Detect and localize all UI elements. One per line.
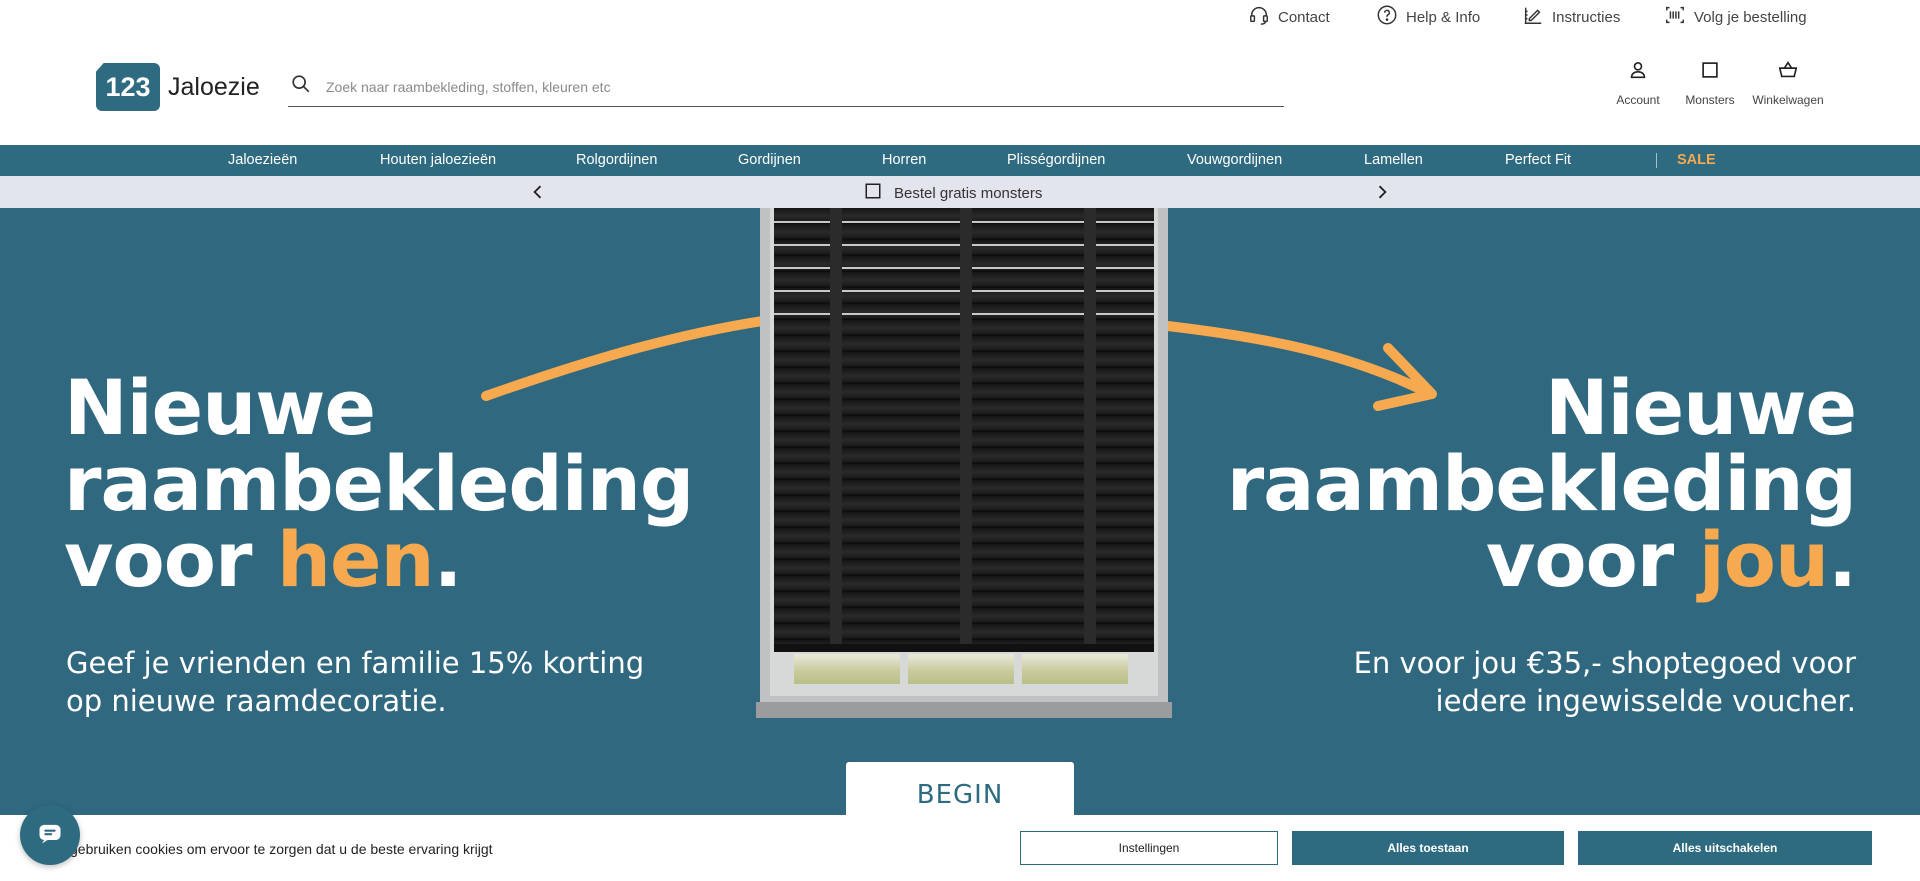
nav-item-houten-jaloezieen[interactable]: Houten jaloezieën xyxy=(380,145,496,176)
help-info-label: Help & Info xyxy=(1406,8,1481,26)
cookie-settings-button[interactable]: Instellingen xyxy=(1020,831,1278,865)
track-order-link[interactable]: Volg je bestelling xyxy=(1664,6,1807,28)
hero-left-heading-line2: raambekleding xyxy=(64,439,694,528)
hero-right-subtext-line2: iedere ingewisselde voucher. xyxy=(1435,684,1856,718)
logo-text: Jaloezie xyxy=(168,72,260,101)
window-pane xyxy=(1022,654,1128,684)
chevron-left-icon[interactable] xyxy=(528,182,548,202)
contact-label: Contact xyxy=(1278,8,1330,26)
hero-right-heading-line2: raambekleding xyxy=(1226,439,1857,528)
nav-item-gordijnen[interactable]: Gordijnen xyxy=(738,145,801,176)
nav-item-perfect-fit[interactable]: Perfect Fit xyxy=(1505,145,1571,176)
hero-right-heading-line1: Nieuwe xyxy=(1544,363,1857,452)
cookie-allow-all-button[interactable]: Alles toestaan xyxy=(1292,831,1564,865)
headset-icon xyxy=(1248,4,1270,30)
account-button[interactable]: Account xyxy=(1598,59,1678,107)
samples-label: Monsters xyxy=(1685,93,1735,107)
cart-button[interactable]: Winkelwagen xyxy=(1748,59,1828,107)
search-input[interactable] xyxy=(326,78,1226,95)
instructions-label: Instructies xyxy=(1552,8,1621,26)
heading-period: . xyxy=(433,515,463,604)
nav-item-plissegordijnen[interactable]: Plisségordijnen xyxy=(1007,145,1105,176)
contact-link[interactable]: Contact xyxy=(1248,6,1330,28)
hero-right-heading-line3: voor jou. xyxy=(1486,522,1857,598)
samples-button[interactable]: Monsters xyxy=(1670,59,1750,107)
cart-label: Winkelwagen xyxy=(1752,93,1824,107)
blind-bottom-rail xyxy=(774,644,1154,652)
nav-item-sale[interactable]: SALE xyxy=(1677,145,1716,176)
square-icon xyxy=(1699,59,1721,84)
blind-product-image xyxy=(756,208,1172,718)
hero-left-heading-line1: Nieuwe xyxy=(64,363,376,452)
promo-text: Bestel gratis monsters xyxy=(894,184,1043,202)
heading-accent-text: hen xyxy=(276,515,435,604)
nav-item-vouwgordijnen[interactable]: Vouwgordijnen xyxy=(1187,145,1282,176)
nav-divider xyxy=(1656,153,1657,168)
main-nav: Jaloezieën Houten jaloezieën Rolgordijne… xyxy=(0,145,1920,176)
heading-text: voor xyxy=(1485,515,1699,604)
window-pane xyxy=(794,654,900,684)
barcode-icon xyxy=(1664,4,1686,30)
account-label: Account xyxy=(1616,93,1660,107)
hero-left-heading-line3: voor hen. xyxy=(64,522,463,598)
chat-widget-button[interactable] xyxy=(20,805,80,865)
cookie-banner: gebruiken cookies om ervoor te zorgen da… xyxy=(0,815,1920,881)
nav-item-rolgordijnen[interactable]: Rolgordijnen xyxy=(576,145,657,176)
nav-item-jaloezieen[interactable]: Jaloezieën xyxy=(228,145,297,176)
heading-text: voor xyxy=(64,515,277,604)
window-pane xyxy=(908,654,1014,684)
user-icon xyxy=(1627,59,1649,84)
promo-message[interactable]: Bestel gratis monsters xyxy=(864,182,1042,204)
logo-badge: 123 xyxy=(96,63,160,111)
hero-banner: Nieuwe raambekleding voor hen. Geef je v… xyxy=(0,208,1920,828)
instructions-link[interactable]: Instructies xyxy=(1522,6,1620,28)
track-order-label: Volg je bestelling xyxy=(1694,8,1807,26)
basket-icon xyxy=(1777,59,1799,84)
cookie-disable-all-button[interactable]: Alles uitschakelen xyxy=(1578,831,1872,865)
heading-accent-text: jou xyxy=(1698,515,1829,604)
search-bar xyxy=(288,67,1284,107)
cookie-message: gebruiken cookies om ervoor te zorgen da… xyxy=(70,841,493,857)
hero-right-subtext-line1: En voor jou €35,- shoptegoed voor xyxy=(1353,646,1856,680)
nav-item-lamellen[interactable]: Lamellen xyxy=(1364,145,1423,176)
header: 123 Jaloezie Account Monsters Winkelwage… xyxy=(0,33,1920,145)
nav-item-horren[interactable]: Horren xyxy=(882,145,926,176)
site-logo[interactable]: 123 Jaloezie xyxy=(96,63,260,111)
question-circle-icon xyxy=(1376,4,1398,30)
help-info-link[interactable]: Help & Info xyxy=(1376,4,1481,30)
chat-bubble-icon xyxy=(36,819,64,852)
heading-period: . xyxy=(1828,515,1857,604)
wooden-blind xyxy=(774,208,1154,646)
promo-bar: Bestel gratis monsters xyxy=(0,176,1920,208)
search-icon[interactable] xyxy=(290,73,312,100)
ruler-pencil-icon xyxy=(1522,4,1544,30)
utility-bar: Contact Help & Info Instructies Volg je … xyxy=(0,0,1920,33)
hero-left-subtext-line2: op nieuwe raamdecoratie. xyxy=(66,684,447,718)
window-sill xyxy=(756,702,1172,718)
square-icon xyxy=(864,182,882,204)
hero-left-subtext-line1: Geef je vrienden en familie 15% korting xyxy=(66,646,645,680)
chevron-right-icon[interactable] xyxy=(1372,182,1392,202)
